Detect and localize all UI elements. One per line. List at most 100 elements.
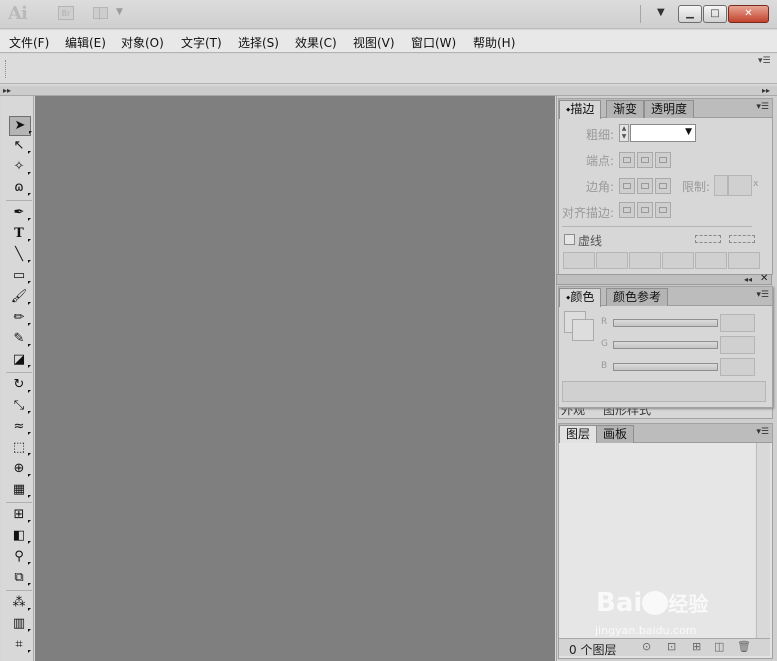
dash-3-input[interactable]: [695, 252, 727, 269]
butt-cap-icon[interactable]: [619, 152, 635, 168]
paintbrush-tool-icon[interactable]: 🖌: [9, 288, 29, 306]
menu-bar: 文件(F) 编辑(E) 对象(O) 文字(T) 选择(S) 效果(C) 视图(V…: [0, 30, 777, 53]
color-panel-menu-icon[interactable]: ▾☰: [756, 290, 769, 300]
pencil-tool-icon[interactable]: ✏: [9, 309, 29, 327]
menu-type[interactable]: 文字(T): [181, 34, 222, 51]
workspace-dropdown-icon[interactable]: ▼: [657, 7, 665, 18]
rotate-tool-icon[interactable]: ↻: [9, 376, 29, 394]
projecting-cap-icon[interactable]: [655, 152, 671, 168]
scale-tool-icon[interactable]: ⤡: [9, 397, 29, 415]
color-spectrum-bar[interactable]: [562, 381, 766, 402]
bevel-join-icon[interactable]: [655, 178, 671, 194]
menu-select[interactable]: 选择(S): [238, 34, 279, 51]
eraser-tool-icon[interactable]: ◪: [9, 351, 29, 369]
line-segment-tool-icon[interactable]: ╲: [9, 246, 29, 264]
limit-input[interactable]: [728, 175, 752, 196]
arrange-documents-icon[interactable]: [93, 7, 108, 20]
menu-view[interactable]: 视图(V): [353, 34, 395, 51]
layers-scrollbar[interactable]: [756, 443, 770, 638]
watermark-logo: Bai 经验: [596, 588, 709, 618]
control-panel-menu-icon[interactable]: ▾☰: [758, 56, 771, 66]
dash-2-input[interactable]: [629, 252, 661, 269]
weight-label: 粗细:: [586, 128, 615, 142]
green-value-input[interactable]: [720, 336, 755, 354]
menu-edit[interactable]: 编辑(E): [65, 34, 106, 51]
selection-tool-icon[interactable]: ➤: [9, 116, 31, 136]
round-join-icon[interactable]: [637, 178, 653, 194]
rectangle-tool-icon[interactable]: ▭: [9, 267, 29, 285]
delete-layer-icon[interactable]: 🗑: [737, 640, 751, 653]
shape-builder-tool-icon[interactable]: ⊕: [9, 460, 29, 478]
direct-selection-tool-icon[interactable]: ↖: [9, 137, 29, 155]
stroke-panel-tabs: ⬩描边 渐变 透明度 ▾☰: [559, 99, 772, 119]
toolbar-collapse-icon[interactable]: ▸▸: [3, 86, 11, 95]
menu-help[interactable]: 帮助(H): [473, 34, 515, 51]
stroke-panel-menu-icon[interactable]: ▾☰: [756, 102, 769, 112]
tab-stroke[interactable]: ⬩描边: [559, 100, 602, 119]
menu-effect[interactable]: 效果(C): [295, 34, 337, 51]
new-sublayer-icon[interactable]: ⊞: [692, 640, 701, 653]
menu-file[interactable]: 文件(F): [9, 34, 49, 51]
weight-dropdown-icon[interactable]: ▼: [685, 127, 692, 137]
blend-tool-icon[interactable]: ⧉: [9, 569, 29, 587]
blob-brush-tool-icon[interactable]: ✎: [9, 330, 29, 348]
limit-stepper[interactable]: [714, 175, 728, 196]
arrange-dropdown-arrow-icon[interactable]: ▼: [116, 7, 123, 17]
lasso-tool-icon[interactable]: ɷ: [9, 179, 29, 197]
weight-stepper[interactable]: ▲ ▼: [619, 124, 629, 142]
align-dash-icon[interactable]: [729, 235, 755, 243]
menu-window[interactable]: 窗口(W): [411, 34, 456, 51]
symbol-sprayer-tool-icon[interactable]: ⁂: [9, 594, 29, 612]
stroke-swatch[interactable]: [572, 319, 594, 341]
locate-object-icon[interactable]: ⊙: [642, 640, 651, 653]
blue-value-input[interactable]: [720, 358, 755, 376]
menu-object[interactable]: 对象(O): [121, 34, 164, 51]
tab-color-guide[interactable]: 颜色参考: [606, 288, 669, 306]
layers-panel-menu-icon[interactable]: ▾☰: [756, 427, 769, 437]
tab-transparency[interactable]: 透明度: [644, 100, 695, 118]
gap-3-input[interactable]: [728, 252, 760, 269]
tab-color[interactable]: ⬩颜色: [559, 288, 602, 307]
blue-slider[interactable]: [613, 363, 718, 371]
magic-wand-tool-icon[interactable]: ✧: [9, 158, 29, 176]
warp-tool-icon[interactable]: ≈: [9, 418, 29, 436]
align-inside-icon[interactable]: [637, 202, 653, 218]
tools-panel: ➤ ↖ ✧ ɷ ✒ T ╲ ▭ 🖌 ✏ ✎ ◪ ↻ ⤡ ≈ ⬚ ⊕ ▦ ⊞ ◧ …: [2, 96, 34, 661]
bridge-button[interactable]: Br: [58, 6, 74, 20]
close-button[interactable]: ✕: [728, 5, 769, 23]
dashed-line-checkbox[interactable]: [564, 234, 575, 245]
type-tool-icon[interactable]: T: [9, 225, 29, 243]
tab-gradient[interactable]: 渐变: [606, 100, 645, 118]
new-layer-icon[interactable]: ◫: [714, 640, 724, 653]
minimize-button[interactable]: ▁: [678, 5, 702, 23]
align-outside-icon[interactable]: [655, 202, 671, 218]
green-slider[interactable]: [613, 341, 718, 349]
align-center-icon[interactable]: [619, 202, 635, 218]
perspective-grid-tool-icon[interactable]: ▦: [9, 481, 29, 499]
free-transform-tool-icon[interactable]: ⬚: [9, 439, 29, 457]
gap-1-input[interactable]: [596, 252, 628, 269]
control-bar-grip[interactable]: [5, 60, 8, 78]
red-value-input[interactable]: [720, 314, 755, 332]
preserve-dash-icon[interactable]: [695, 235, 721, 243]
pen-tool-icon[interactable]: ✒: [9, 204, 29, 222]
mesh-tool-icon[interactable]: ⊞: [9, 506, 29, 524]
tab-artboards[interactable]: 画板: [596, 425, 635, 443]
maximize-button[interactable]: □: [703, 5, 727, 23]
tab-layers[interactable]: 图层: [559, 425, 598, 444]
dash-1-input[interactable]: [563, 252, 595, 269]
weight-input[interactable]: ▼: [630, 124, 696, 142]
gap-2-input[interactable]: [662, 252, 694, 269]
artboard-tool-icon[interactable]: ⌗: [9, 636, 29, 654]
clipping-mask-icon[interactable]: ⊡: [667, 640, 676, 653]
color-panel-collapse-icon[interactable]: ◂◂: [744, 275, 752, 284]
dock-collapse-icon[interactable]: ▸▸: [762, 86, 770, 95]
eyedropper-tool-icon[interactable]: ⚲: [9, 548, 29, 566]
round-cap-icon[interactable]: [637, 152, 653, 168]
miter-join-icon[interactable]: [619, 178, 635, 194]
gradient-tool-icon[interactable]: ◧: [9, 527, 29, 545]
color-panel-close-icon[interactable]: ✕: [760, 273, 768, 284]
red-slider[interactable]: [613, 319, 718, 327]
column-graph-tool-icon[interactable]: ▥: [9, 615, 29, 633]
document-canvas[interactable]: [35, 96, 555, 661]
